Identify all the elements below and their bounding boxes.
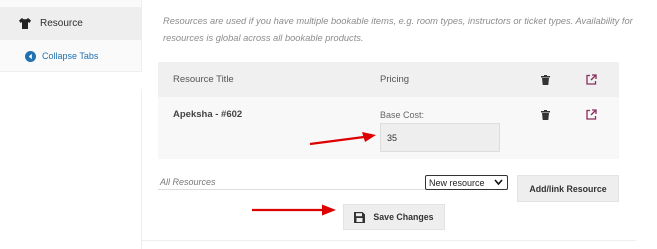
resources-table: Resource Title Pricing Apeksha - #602 Ba… (158, 62, 619, 159)
resource-select-value: New resource (429, 177, 485, 188)
sidebar-item-label: Resource (40, 18, 83, 29)
sidebar-border (0, 89, 142, 249)
header-resource-title: Resource Title (173, 74, 234, 85)
base-cost-value: 35 (387, 132, 398, 143)
add-link-resource-button[interactable]: Add/link Resource (517, 175, 619, 202)
sidebar: Resource Collapse Tabs (0, 0, 142, 72)
floppy-disk-icon (354, 211, 366, 223)
base-cost-input[interactable]: 35 (380, 123, 500, 152)
tshirt-icon (18, 17, 32, 31)
trash-icon[interactable] (538, 108, 552, 122)
resource-title: Apeksha - #602 (173, 109, 243, 120)
base-cost-label: Base Cost: (380, 110, 425, 120)
header-pricing: Pricing (380, 74, 410, 85)
external-link-icon[interactable] (584, 107, 598, 121)
bottom-divider (142, 240, 636, 241)
table-header: Resource Title Pricing (158, 62, 619, 97)
resource-select[interactable]: New resource (425, 175, 508, 190)
add-link-resource-label: Add/link Resource (529, 183, 607, 194)
chevron-down-icon (494, 179, 503, 188)
collapse-tabs-link[interactable]: Collapse Tabs (0, 45, 141, 67)
save-changes-button[interactable]: Save Changes (343, 204, 445, 230)
sidebar-item-resource[interactable]: Resource (0, 7, 141, 40)
collapse-circle-icon (25, 50, 36, 62)
annotation-arrow-save-icon (252, 204, 336, 216)
external-link-header-icon (584, 72, 598, 86)
collapse-tabs-label: Collapse Tabs (42, 51, 99, 61)
annotation-arrow-icon (309, 132, 376, 146)
trash-header-icon (538, 73, 552, 87)
save-changes-label: Save Changes (373, 212, 434, 222)
all-resources-label: All Resources (160, 177, 216, 187)
resources-description: Resources are used if you have multiple … (163, 16, 633, 43)
